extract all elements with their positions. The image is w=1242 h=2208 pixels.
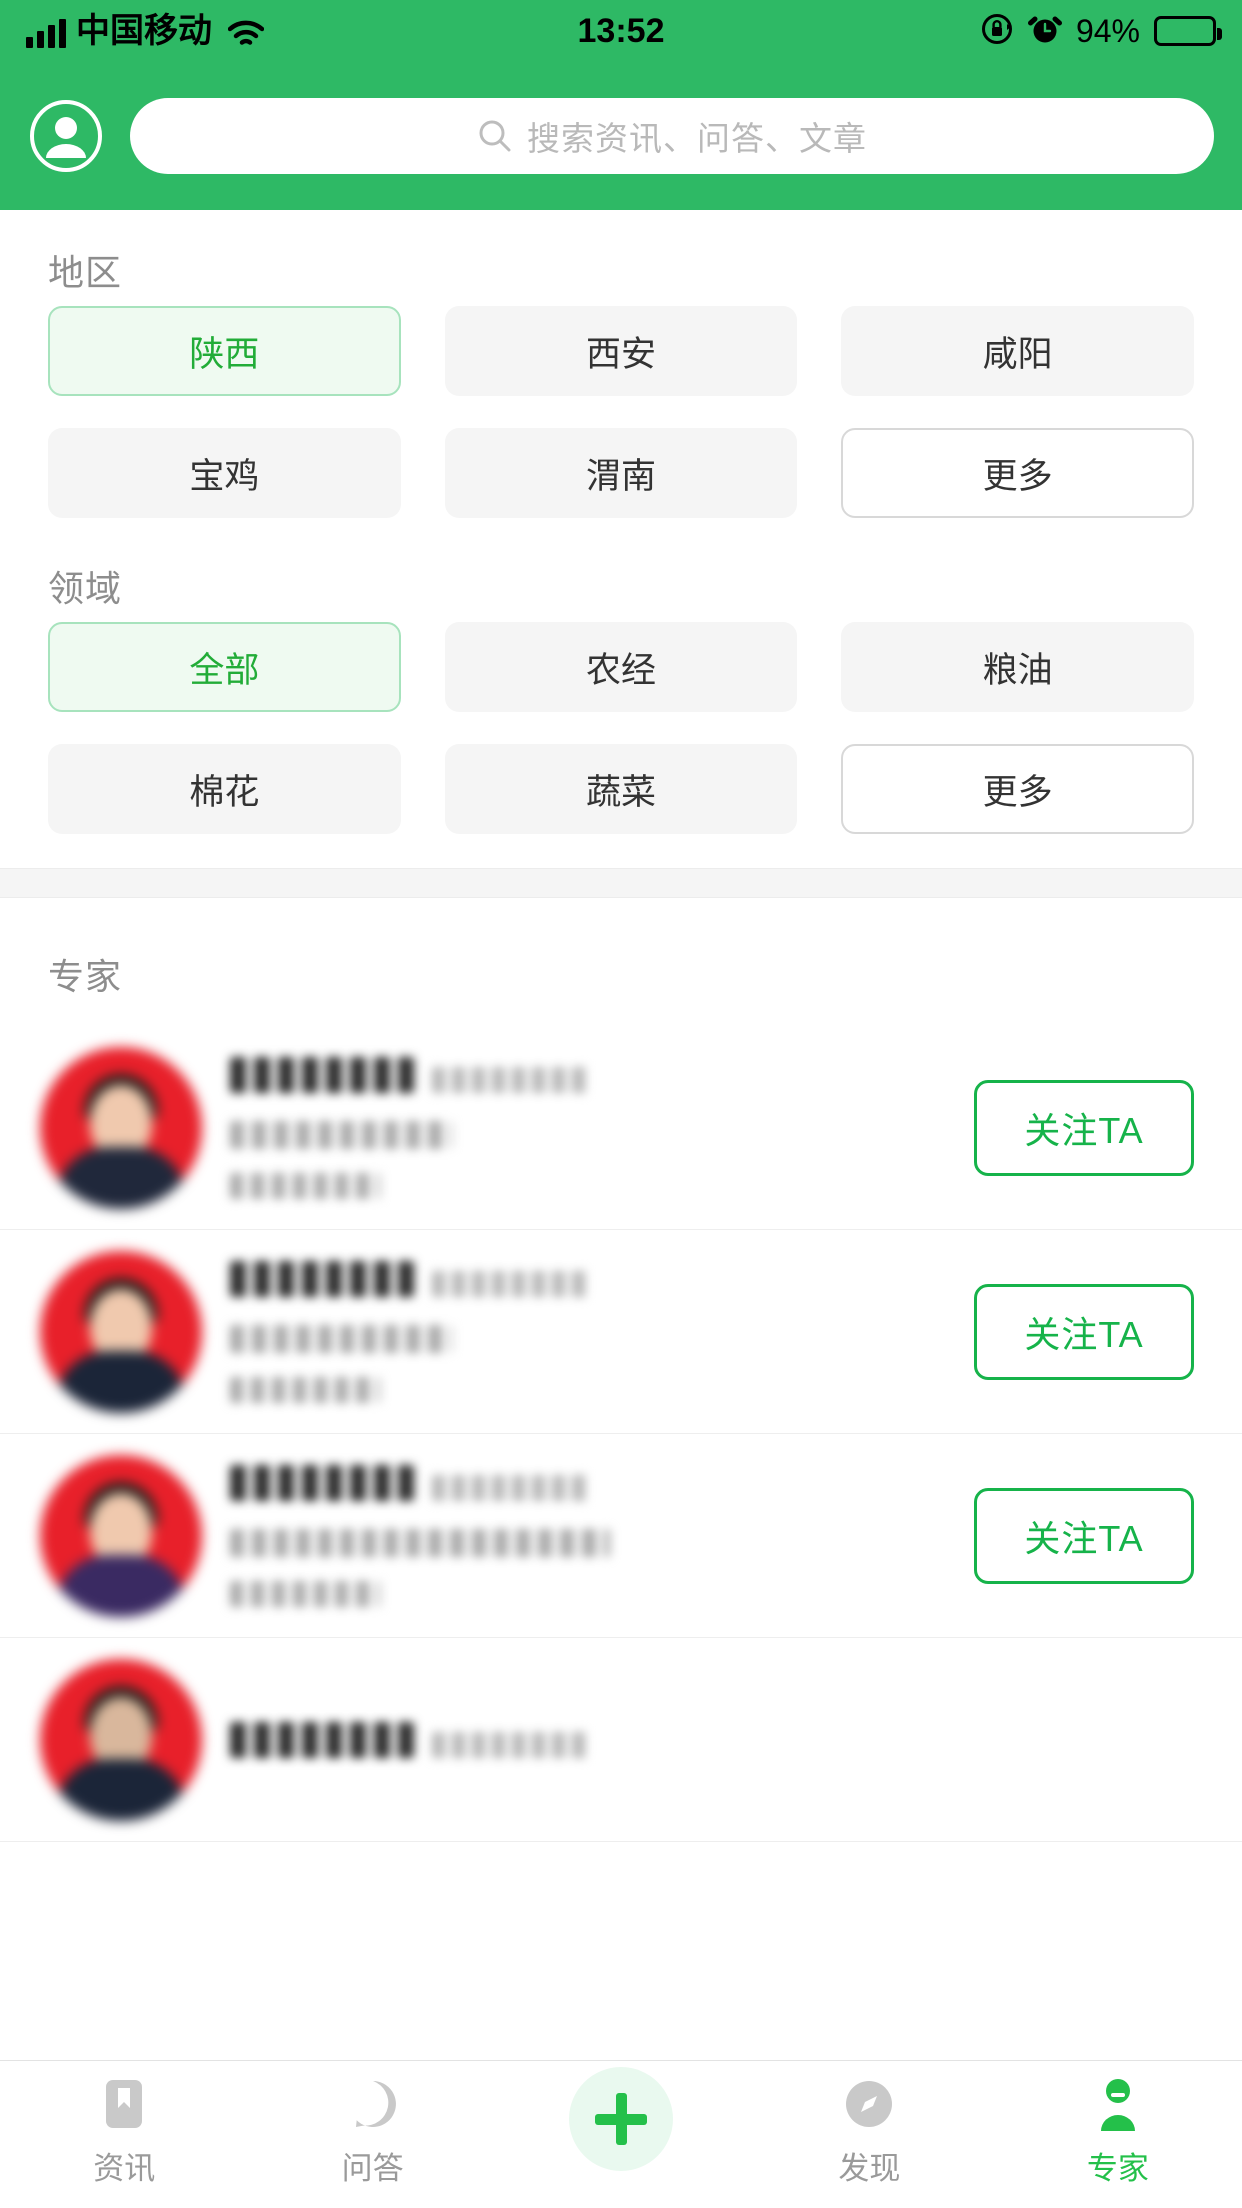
status-bar-left: 中国移动 [26,12,265,50]
status-bar: 中国移动 13:52 94% [0,0,1242,62]
alarm-icon [1027,12,1062,51]
chip-field-1[interactable]: 农经 [444,622,798,712]
expert-name [230,1721,414,1758]
tab-label-news: 资讯 [93,2151,156,2186]
plus-icon[interactable] [569,2067,674,2171]
table-row[interactable]: 关注TA [0,1434,1242,1638]
wifi-icon [227,20,265,48]
svg-text:?: ? [365,2089,379,2119]
filter-section-field: 领域 全部 农经 粮油 棉花 蔬菜 更多 [0,526,1242,842]
expert-subtitle [432,1474,588,1501]
chip-region-0[interactable]: 陕西 [48,306,401,396]
tab-news[interactable]: 资讯 [0,2075,248,2188]
person-icon [1089,2075,1147,2133]
tab-add[interactable] [497,2067,745,2181]
profile-avatar-button[interactable] [28,98,104,174]
section-title-field: 领域 [48,568,123,609]
table-row[interactable]: 关注TA [0,1230,1242,1434]
table-row[interactable]: 关注TA [0,1026,1242,1230]
chip-region-4[interactable]: 渭南 [444,428,798,518]
chip-field-4[interactable]: 蔬菜 [444,744,798,834]
chip-field-more[interactable]: 更多 [841,744,1194,834]
expert-info [230,1721,1194,1758]
carrier-label: 中国移动 [76,12,212,50]
expert-detail-1 [230,1528,610,1557]
compass-icon [840,2075,898,2133]
chip-region-more[interactable]: 更多 [841,428,1194,518]
follow-button[interactable]: 关注TA [974,1283,1194,1380]
question-mark-icon: ? [344,2075,402,2133]
tab-label-qa: 问答 [341,2151,404,2186]
app-root: 中国移动 13:52 94% 搜索资讯、问答、文章 地区 陕西 西安 咸阳 宝鸡… [0,0,1242,2208]
search-input[interactable]: 搜索资讯、问答、文章 [130,98,1214,174]
search-icon [479,120,511,152]
expert-detail-1 [230,1324,452,1353]
expert-name [230,1056,414,1093]
expert-detail-2 [230,1580,380,1607]
chip-field-3[interactable]: 棉花 [48,744,401,834]
expert-detail-2 [230,1172,380,1199]
expert-name [230,1464,414,1501]
signal-icon [26,18,66,48]
expert-detail-1 [230,1120,452,1149]
user-avatar-icon [30,100,102,172]
follow-button[interactable]: 关注TA [974,1079,1194,1176]
expert-info [230,1464,974,1607]
status-bar-right: 94% [980,12,1222,51]
bookmark-icon [95,2075,153,2133]
section-title-region: 地区 [48,252,123,293]
battery-percent-label: 94% [1075,12,1140,49]
app-header: 搜索资讯、问答、文章 [0,62,1242,210]
tab-experts[interactable]: 专家 [994,2075,1242,2188]
expert-info [230,1260,974,1403]
chip-region-3[interactable]: 宝鸡 [48,428,401,518]
avatar [40,1658,202,1821]
expert-subtitle [432,1066,588,1093]
expert-name [230,1260,414,1297]
expert-info [230,1056,974,1199]
tab-qa[interactable]: ? 问答 [248,2075,496,2188]
expert-subtitle [432,1270,588,1297]
filter-section-region: 地区 陕西 西安 咸阳 宝鸡 渭南 更多 [0,210,1242,526]
expert-list: 关注TA 关注TA 关注TA [0,1026,1242,1842]
follow-button[interactable]: 关注TA [974,1487,1194,1584]
expert-subtitle [432,1731,588,1758]
chip-field-2[interactable]: 粮油 [841,622,1194,712]
section-divider-band [0,868,1242,898]
tab-label-discover: 发现 [838,2151,901,2186]
battery-icon [1154,16,1222,46]
avatar [40,1250,202,1413]
chip-region-1[interactable]: 西安 [444,306,798,396]
expert-detail-2 [230,1376,380,1403]
chip-group-field: 全部 农经 粮油 棉花 蔬菜 更多 [48,622,1194,842]
rotation-lock-icon [980,12,1014,51]
section-title-experts: 专家 [48,956,123,997]
search-placeholder: 搜索资讯、问答、文章 [527,120,867,157]
chip-field-0[interactable]: 全部 [48,622,401,712]
avatar [40,1454,202,1617]
bottom-tab-bar: 资讯 ? 问答 发现 专家 [0,2060,1242,2208]
chip-region-2[interactable]: 咸阳 [841,306,1194,396]
tab-discover[interactable]: 发现 [745,2075,993,2188]
chip-group-region: 陕西 西安 咸阳 宝鸡 渭南 更多 [48,306,1194,526]
table-row[interactable] [0,1638,1242,1842]
tab-label-experts: 专家 [1086,2151,1149,2186]
avatar [40,1046,202,1209]
